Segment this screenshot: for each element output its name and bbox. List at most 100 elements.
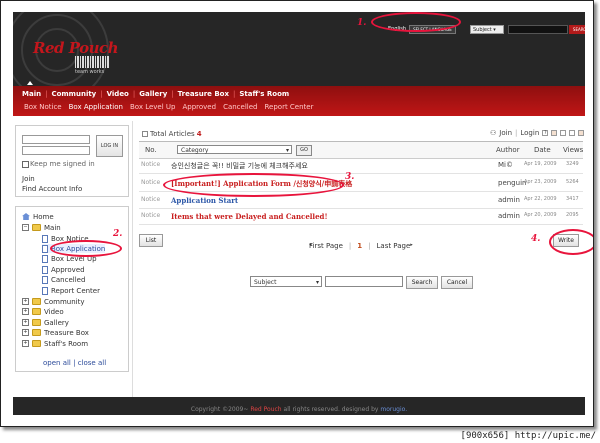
view-list-icon[interactable] xyxy=(551,130,558,136)
join-link[interactable]: Join xyxy=(22,174,82,184)
view-gallery-icon[interactable] xyxy=(560,130,567,136)
row-views: 3417 xyxy=(566,196,579,202)
table-row[interactable]: Notice Application Start admin Apr 22, 2… xyxy=(139,193,583,209)
annotation-label-4: 4. xyxy=(531,234,541,244)
page-icon xyxy=(42,275,48,284)
subnav-cancelled[interactable]: Cancelled xyxy=(223,103,257,111)
search-button[interactable]: Search xyxy=(406,276,438,289)
total-articles-count: 4 xyxy=(196,130,202,138)
search-scope-select[interactable]: Subject ▾ xyxy=(250,276,322,287)
current-page[interactable]: 1 xyxy=(357,242,362,250)
tree-main[interactable]: − Main xyxy=(22,223,61,232)
close-all-link[interactable]: close all xyxy=(78,359,106,367)
login-button[interactable]: LOG IN xyxy=(96,135,123,157)
nav-main[interactable]: Main xyxy=(22,90,41,98)
tree-folder-label: Treasure Box xyxy=(44,328,89,337)
expand-icon[interactable]: + xyxy=(22,340,29,347)
folder-icon xyxy=(32,224,41,231)
last-page-link[interactable]: Last Page ▸ xyxy=(376,242,413,250)
footer-brand-link[interactable]: Red Pouch xyxy=(250,406,281,413)
tree-report-center[interactable]: Report Center xyxy=(42,286,100,295)
row-title[interactable]: Items that were Delayed and Cancelled! xyxy=(171,212,328,221)
board-panel: Total Articles 4 ⚇ Join | Login ? No. Ca… xyxy=(132,121,586,397)
row-author[interactable]: admin xyxy=(498,212,520,220)
collapse-icon[interactable]: − xyxy=(22,224,29,231)
subnav-approved[interactable]: Approved xyxy=(182,103,216,111)
rss-icon[interactable] xyxy=(578,130,585,136)
subnav-box-level-up[interactable]: Box Level Up xyxy=(130,103,176,111)
tree-home[interactable]: Home xyxy=(22,212,54,221)
row-number: Notice xyxy=(141,212,161,219)
tree-community[interactable]: + Community xyxy=(22,297,85,306)
expand-icon[interactable]: + xyxy=(22,319,29,326)
first-page-link[interactable]: ◂ First Page xyxy=(309,242,343,250)
category-select[interactable]: Category ▾ xyxy=(177,145,292,154)
subnav-report-center[interactable]: Report Center xyxy=(264,103,313,111)
tree-approved[interactable]: Approved xyxy=(42,265,85,274)
login-link[interactable]: Login xyxy=(520,129,539,137)
folder-icon xyxy=(32,298,41,305)
header-search-input[interactable] xyxy=(508,25,568,34)
tree-cancelled[interactable]: Cancelled xyxy=(42,275,85,284)
tree-folder-label: Community xyxy=(44,297,85,306)
nav-gallery[interactable]: Gallery xyxy=(139,90,167,98)
tree-treasure-box[interactable]: + Treasure Box xyxy=(22,328,89,337)
list-button[interactable]: List xyxy=(139,234,163,247)
footer-text: all rights reserved. designed by xyxy=(283,406,379,413)
subnav-box-notice[interactable]: Box Notice xyxy=(24,103,62,111)
nav-staffs-room[interactable]: Staff's Room xyxy=(239,90,289,98)
search-keyword-input[interactable] xyxy=(325,276,403,287)
tree-folder-label: Gallery xyxy=(44,318,69,327)
row-views: 2095 xyxy=(566,212,579,218)
folder-icon xyxy=(32,319,41,326)
find-account-link[interactable]: Find Account Info xyxy=(22,184,82,194)
column-date: Date xyxy=(534,146,551,154)
pagination: ◂ First Page | 1 | Last Page ▸ xyxy=(309,242,413,250)
nav-community[interactable]: Community xyxy=(51,90,96,98)
nav-video[interactable]: Video xyxy=(107,90,129,98)
footer-designer-link[interactable]: morugio. xyxy=(380,406,407,413)
logo-text[interactable]: Red Pouch xyxy=(33,39,119,57)
table-row[interactable]: Notice 승인신청글은 꼭!! 비밀글 기능에 체크해주세요 Mi© Apr… xyxy=(139,158,583,174)
page-icon xyxy=(42,286,48,295)
join-link[interactable]: Join xyxy=(499,129,512,137)
table-row[interactable]: Notice Items that were Delayed and Cance… xyxy=(139,209,583,225)
help-icon[interactable]: ? xyxy=(542,130,549,136)
column-no: No. xyxy=(145,146,157,154)
view-webzine-icon[interactable] xyxy=(569,130,576,136)
keep-signed-in-checkbox[interactable] xyxy=(22,161,29,168)
row-views: 3249 xyxy=(566,161,579,167)
row-author[interactable]: admin xyxy=(498,196,520,204)
folder-icon xyxy=(32,308,41,315)
row-author[interactable]: Mi© xyxy=(498,161,513,169)
password-input[interactable] xyxy=(22,146,90,155)
expand-icon[interactable]: + xyxy=(22,298,29,305)
nav-treasure-box[interactable]: Treasure Box xyxy=(178,90,229,98)
row-title[interactable]: 승인신청글은 꼭!! 비밀글 기능에 체크해주세요 xyxy=(171,161,308,171)
barcode-icon xyxy=(75,56,109,68)
total-articles: Total Articles 4 xyxy=(142,130,202,138)
annotation-circle-1 xyxy=(371,12,461,32)
open-all-link[interactable]: open all xyxy=(43,359,71,367)
header-search-scope[interactable]: Subject ▾ xyxy=(470,25,504,34)
expand-icon[interactable]: + xyxy=(22,308,29,315)
main-menu: Main | Community | Video | Gallery | Treasur… xyxy=(22,90,290,98)
row-views: 5264 xyxy=(566,179,579,185)
tree-video[interactable]: + Video xyxy=(22,307,64,316)
cancel-button[interactable]: Cancel xyxy=(441,276,473,289)
tree-staffs-room[interactable]: + Staff's Room xyxy=(22,339,88,348)
annotation-label-1: 1. xyxy=(357,18,367,28)
expand-icon[interactable]: + xyxy=(22,329,29,336)
row-title[interactable]: Application Start xyxy=(171,196,238,205)
category-go-button[interactable]: GO xyxy=(296,145,312,156)
user-id-input[interactable] xyxy=(22,135,90,144)
last-page-label: Last Page xyxy=(376,242,411,250)
row-date: Apr 22, 2009 xyxy=(524,196,557,202)
tree-gallery[interactable]: + Gallery xyxy=(22,318,69,327)
account-links: Join Find Account Info xyxy=(22,174,82,194)
header-search-button[interactable]: SEARCH xyxy=(569,25,585,34)
row-author[interactable]: penguin xyxy=(498,179,526,187)
subnav-box-application[interactable]: Box Application xyxy=(69,103,123,111)
folder-icon xyxy=(32,340,41,347)
chevron-down-icon: ▾ xyxy=(285,147,289,154)
